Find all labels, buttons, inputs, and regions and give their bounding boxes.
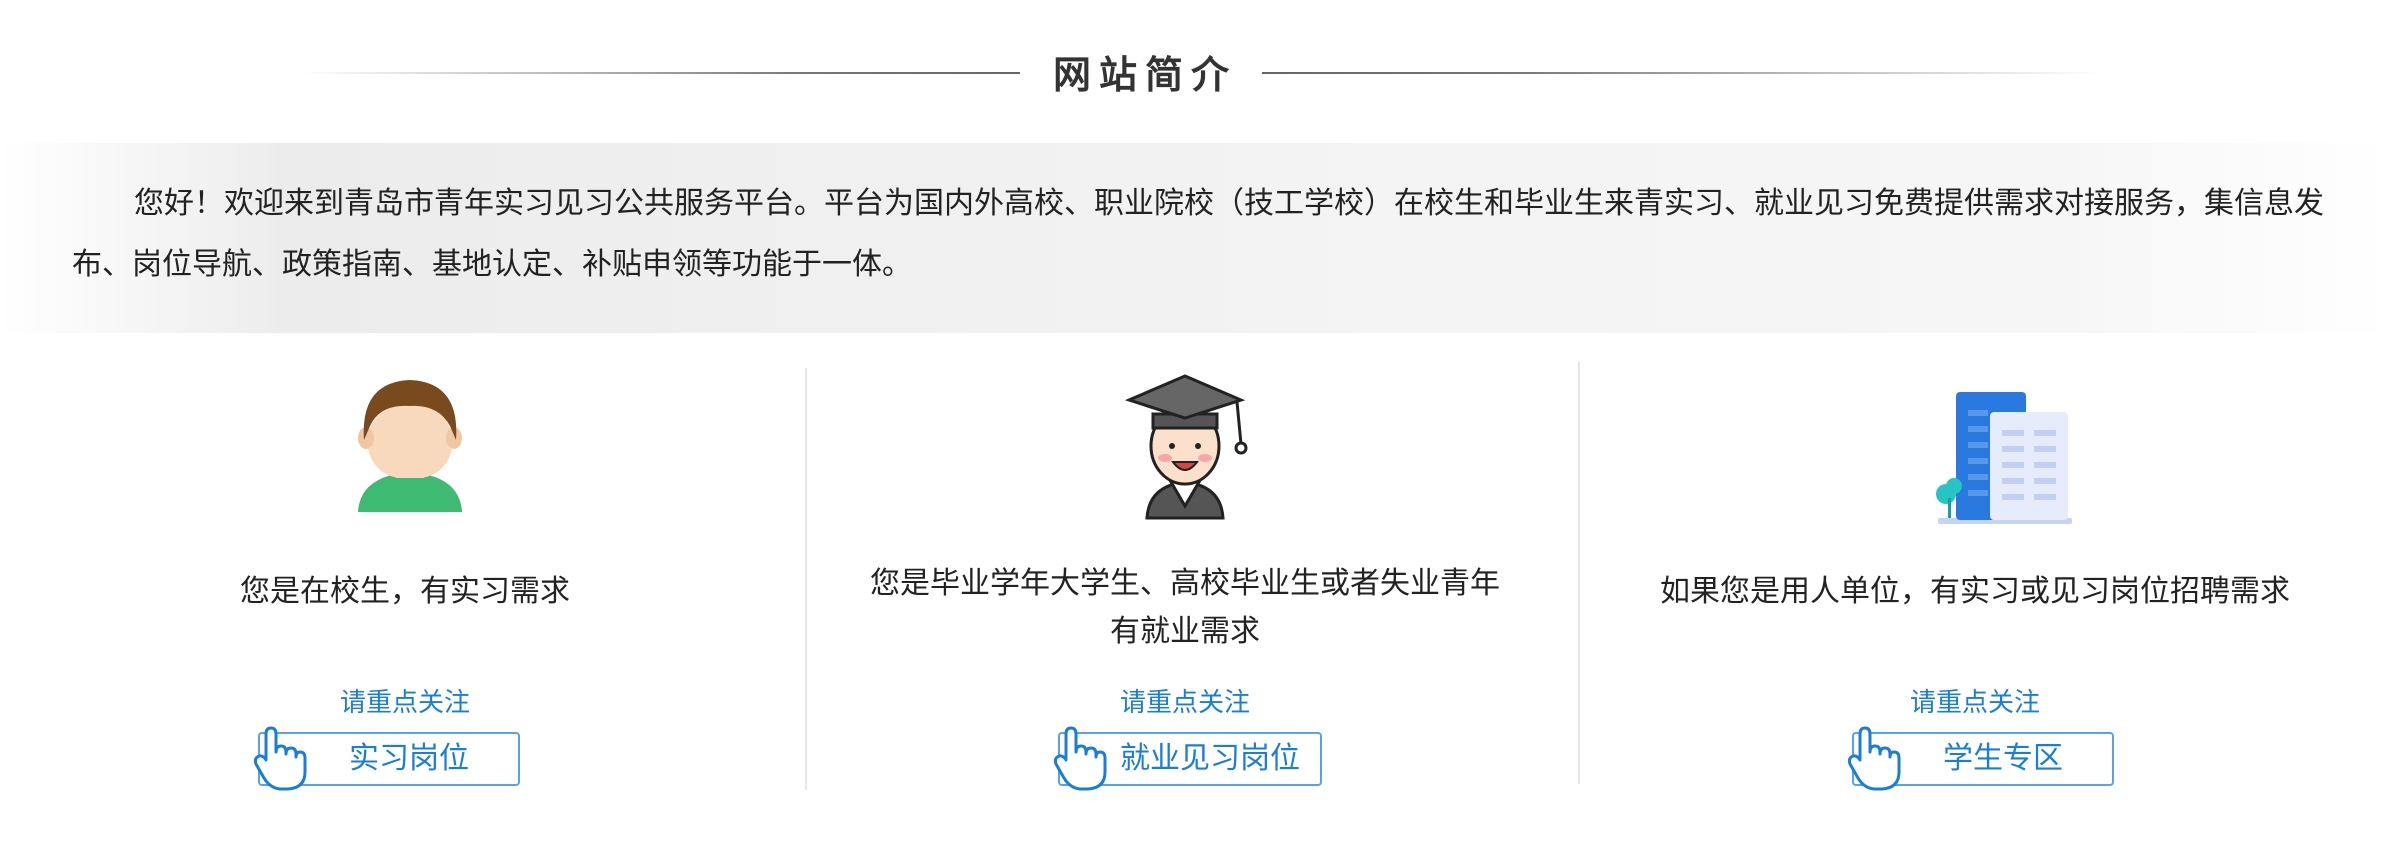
title-divider-left — [300, 72, 1020, 74]
button-label: 实习岗位 — [349, 742, 469, 775]
card-description-line-2: 有就业需求 — [1110, 615, 1260, 648]
section-title: 网站简介 — [1052, 52, 1237, 97]
title-divider-right — [1262, 72, 2102, 74]
student-zone-button[interactable]: 学生专区 — [1847, 726, 2114, 791]
internship-jobs-button[interactable]: 实习岗位 — [253, 726, 520, 791]
student-avatar-icon — [350, 360, 470, 530]
employment-trainee-jobs-button[interactable]: 就业见习岗位 — [1053, 726, 1322, 791]
graduate-avatar-icon — [1124, 360, 1255, 530]
intro-paragraph: 您好！欢迎来到青岛市青年实习见习公共服务平台。平台为国内外高校、职业院校（技工学… — [72, 187, 2324, 281]
office-building-icon — [1930, 360, 2080, 530]
button-label: 学生专区 — [1943, 742, 2063, 775]
follow-hint: 请重点关注 — [1909, 687, 2040, 717]
card-description-line-1: 您是毕业学年大学生、高校毕业生或者失业青年 — [870, 567, 1500, 600]
card-description: 如果您是用人单位，有实习或见习岗位招聘需求 — [1660, 575, 2290, 608]
follow-hint: 请重点关注 — [339, 687, 470, 717]
card-description: 您是在校生，有实习需求 — [240, 575, 570, 608]
section-header: 网站简介 — [0, 40, 2392, 110]
follow-hint: 请重点关注 — [1119, 687, 1250, 717]
button-label: 就业见习岗位 — [1120, 742, 1300, 775]
